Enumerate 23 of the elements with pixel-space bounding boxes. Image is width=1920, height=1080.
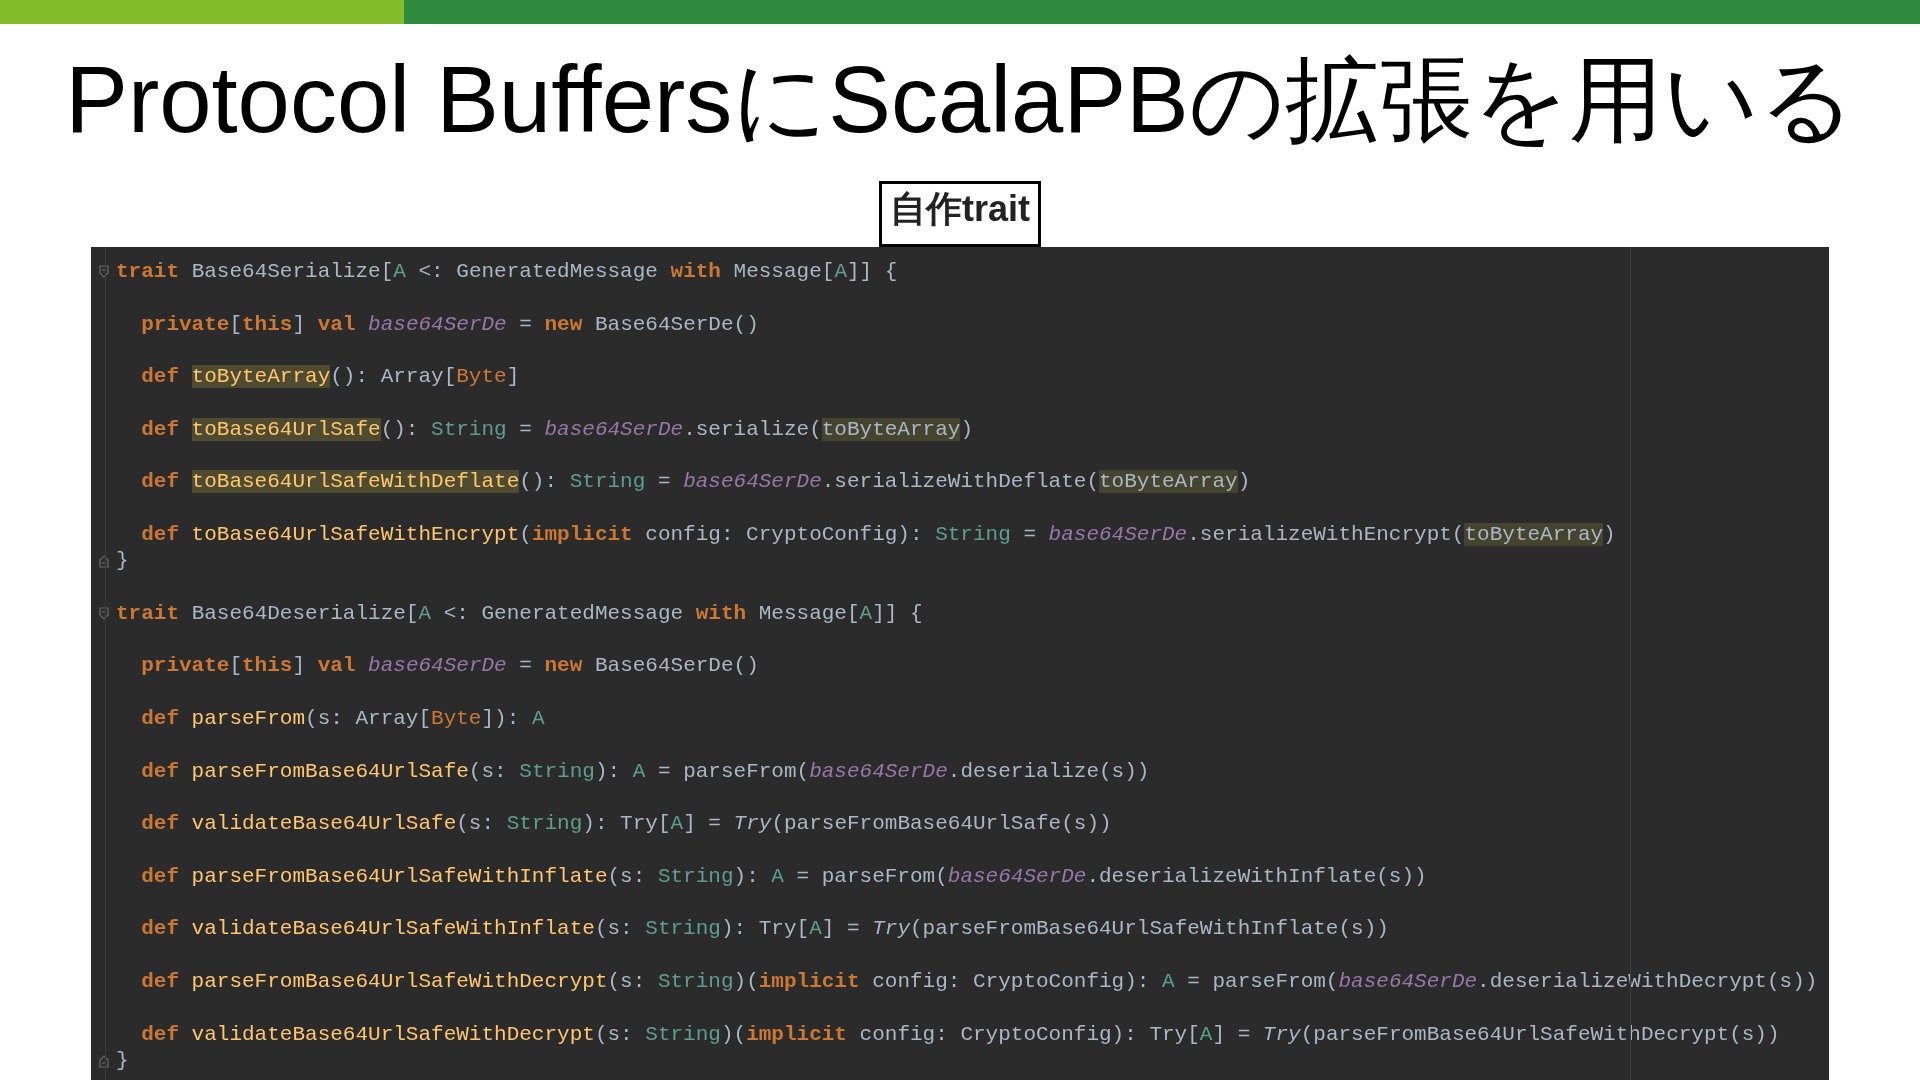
code-line: def parseFromBase64UrlSafe(s: String): A = parseFrom(base64SerDe.deserialize(s)) <box>140 758 1150 785</box>
code-line: trait Base64Deserialize[A <: GeneratedMessage with Message[A]] { <box>116 600 923 627</box>
code-line: def parseFromBase64UrlSafeWithInflate(s: String): A = parseFrom(base64SerDe.deserializeWithInflate(s)) <box>140 863 1427 890</box>
fold-icon[interactable] <box>98 1054 109 1069</box>
code-line: def toBase64UrlSafe(): String = base64SerDe.serialize(toByteArray) <box>140 416 973 443</box>
code-line: def validateBase64UrlSafeWithInflate(s: String): Try[A] = Try(parseFromBase64UrlSafeWithInflate(s)) <box>140 916 1389 943</box>
code-line: } <box>116 1047 129 1074</box>
code-line: def parseFrom(s: Array[Byte]): A <box>140 706 545 733</box>
code-line: def toBase64UrlSafeWithEncrypt(implicit config: CryptoConfig): String = base64SerDe.serializeWithEncrypt(toByteArray) <box>140 521 1616 548</box>
code-line: trait Base64Serialize[A <: GeneratedMessage with Message[A]] { <box>116 259 898 285</box>
code-line: def validateBase64UrlSafeWithDecrypt(s: String)(implicit config: CryptoConfig): Try[A] = Try(parseFromBase64UrlSafeWithDecrypt(s)) <box>140 1021 1780 1048</box>
code-line: def toByteArray(): Array[Byte] <box>140 364 520 391</box>
code-line: } <box>116 548 129 575</box>
code-line: def toBase64UrlSafeWithDeflate(): String = base64SerDe.serializeWithDeflate(toByteArray) <box>140 469 1251 496</box>
code-line: def validateBase64UrlSafe(s: String): Try[A] = Try(parseFromBase64UrlSafe(s)) <box>140 811 1112 838</box>
code-line: def parseFromBase64UrlSafeWithDecrypt(s: String)(implicit config: CryptoConfig): A = parseFrom(base64SerDe.deserializeWithDecrypt(s)) <box>140 969 1818 995</box>
fold-icon[interactable] <box>98 554 109 569</box>
code-line: private[this] val base64SerDe = new Base64SerDe() <box>140 311 759 338</box>
fold-icon[interactable] <box>98 265 109 280</box>
fold-icon[interactable] <box>98 607 109 621</box>
caption-label: 自作trait <box>879 181 1041 247</box>
code-line: private[this] val base64SerDe = new Base64SerDe() <box>140 653 759 680</box>
slide-title: Protocol BuffersにScalaPBの拡張を用いる <box>65 50 1855 154</box>
